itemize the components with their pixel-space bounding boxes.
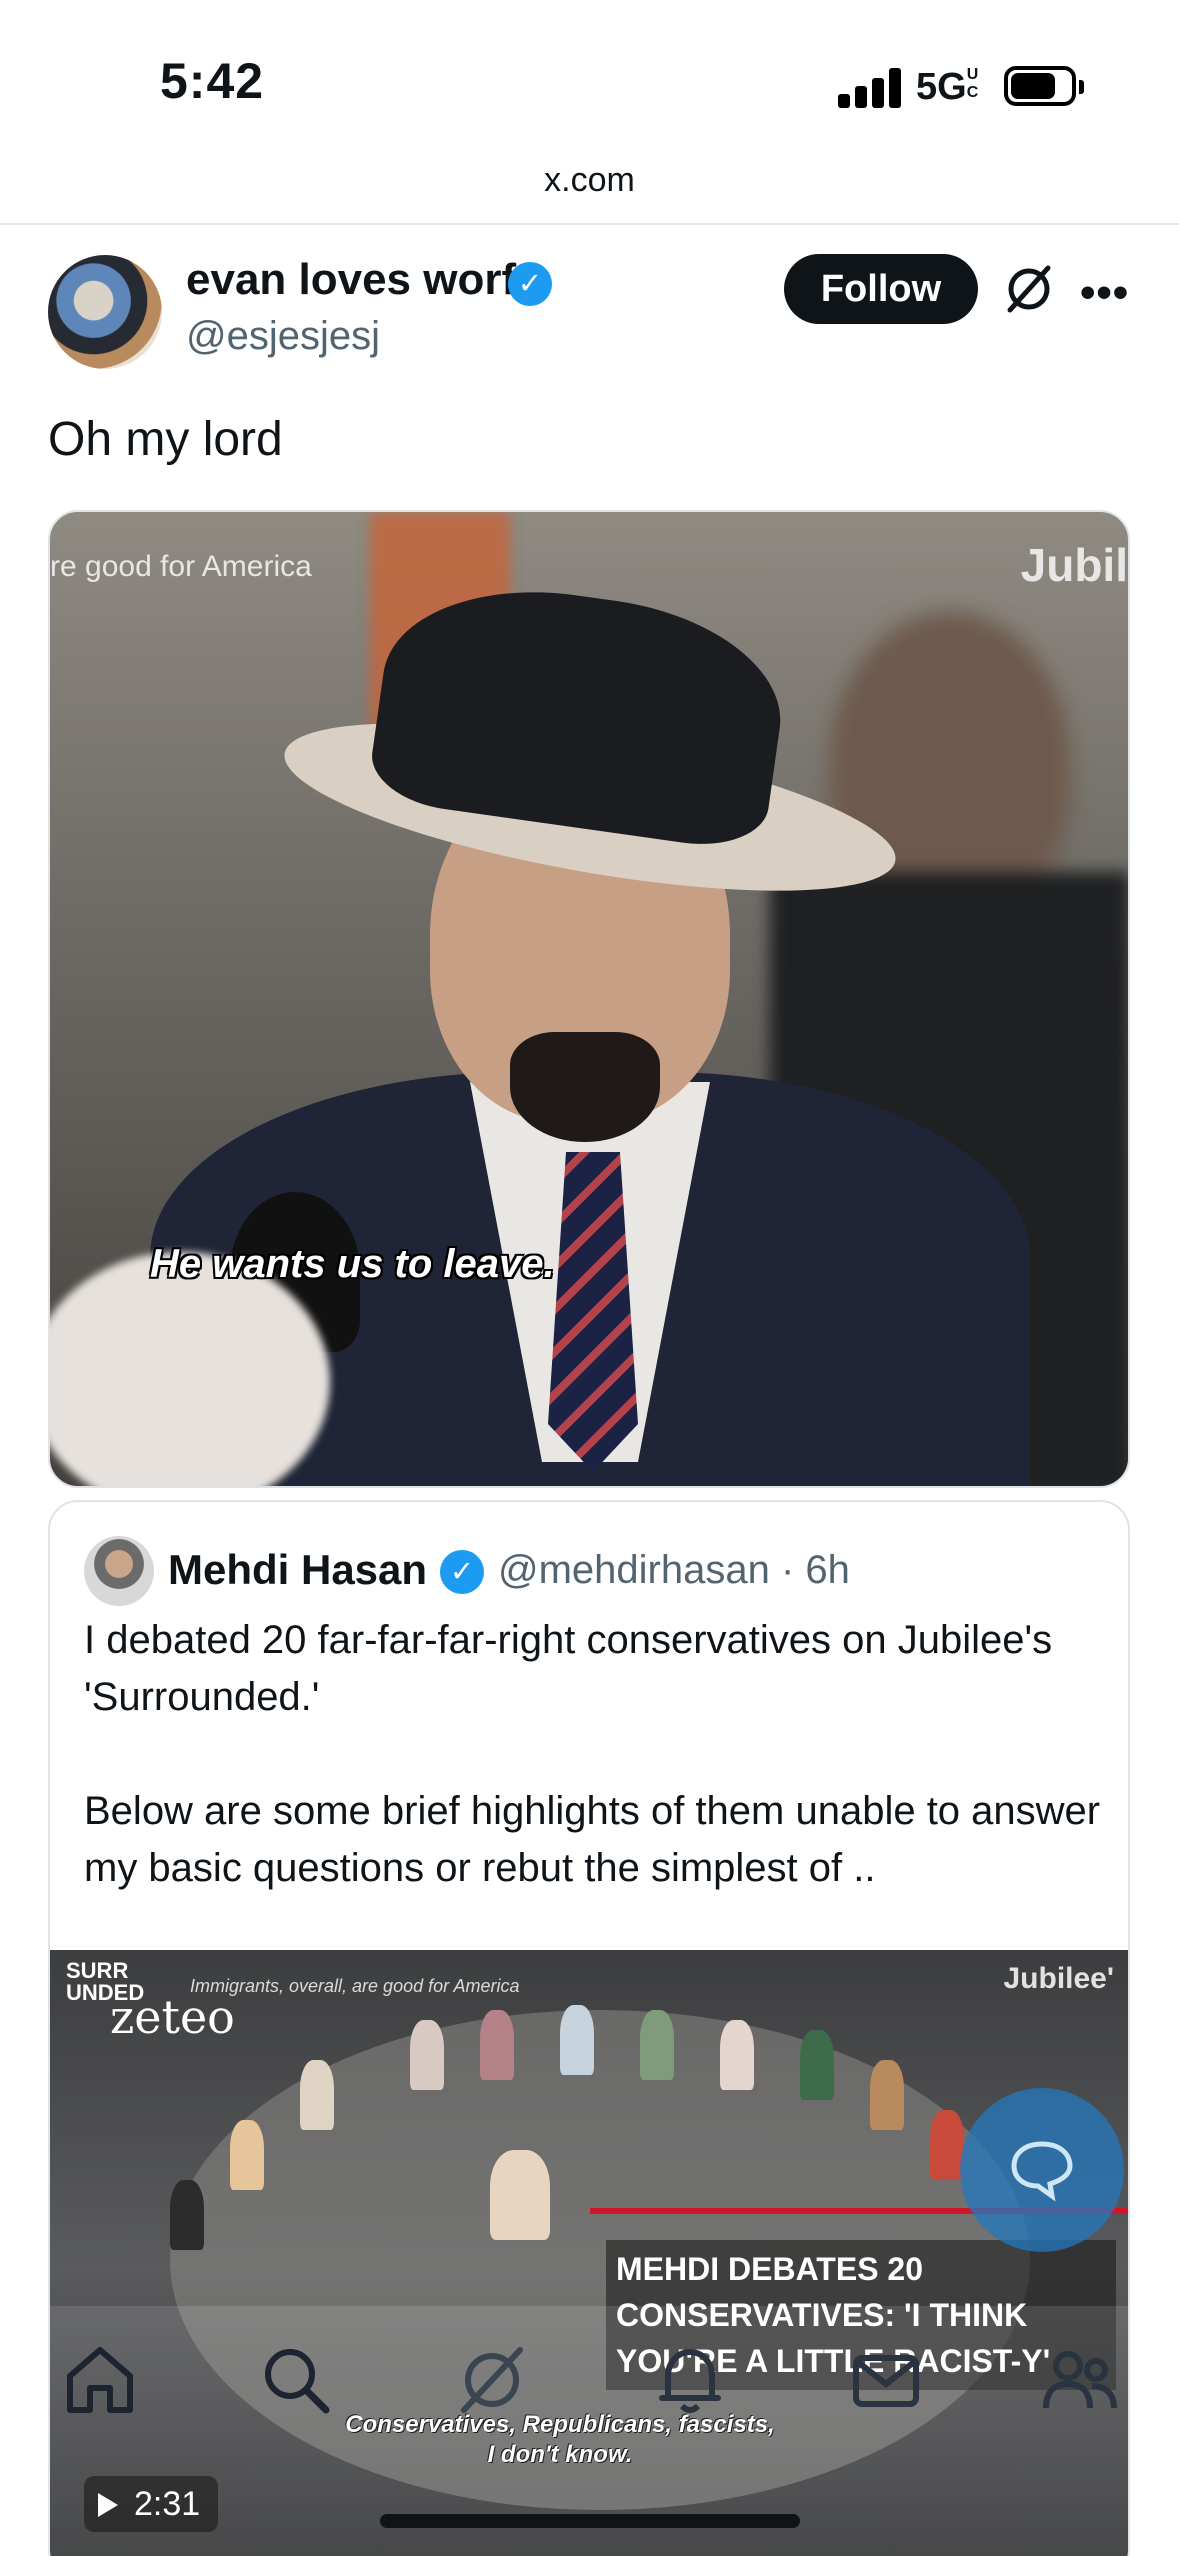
quoted-author-handle[interactable]: @mehdirhasan · 6h — [498, 1548, 850, 1593]
status-bar: 5:42 5GUC — [0, 0, 1179, 150]
more-icon[interactable]: ••• — [1080, 268, 1129, 318]
quoted-author-avatar[interactable] — [84, 1536, 154, 1606]
status-time: 5:42 — [160, 53, 265, 109]
zeteo-logo: zeteo — [110, 1990, 235, 2044]
home-indicator — [380, 2514, 800, 2528]
author-handle[interactable]: @esjesjesj — [186, 314, 380, 359]
video-audience-person — [230, 2120, 264, 2190]
video-audience-person — [930, 2110, 964, 2180]
notifications-icon[interactable] — [650, 2340, 730, 2420]
video-audience-person — [170, 2180, 204, 2250]
video-audience-person — [560, 2005, 594, 2075]
battery-icon — [1004, 66, 1084, 106]
video-audience-person — [300, 2060, 334, 2130]
quoted-tweet-text: I debated 20 far-far-far-right conservat… — [84, 1618, 1101, 1890]
compose-reply-button[interactable] — [960, 2088, 1124, 2252]
video-audience-person — [720, 2020, 754, 2090]
communities-icon[interactable] — [1040, 2340, 1120, 2420]
video-top-text: Immigrants, overall, are good for Americ… — [190, 1976, 520, 1996]
messages-icon[interactable] — [846, 2340, 926, 2420]
video-overlay-text: re good for America — [50, 550, 312, 583]
video-audience-person — [870, 2060, 904, 2130]
verified-badge-icon: ✓ — [508, 262, 552, 306]
video-logo: Jubilee' — [1003, 1962, 1114, 1995]
video-logo: Jubil — [1020, 539, 1128, 591]
author-name[interactable]: evan loves worf — [186, 255, 516, 305]
compose-reply-icon — [1011, 2141, 1073, 2202]
video-audience-person — [640, 2010, 674, 2080]
follow-button[interactable]: Follow — [784, 254, 978, 324]
video-audience-person — [480, 2010, 514, 2080]
video-audience-person — [410, 2020, 444, 2090]
tweet-text: Oh my lord — [48, 413, 283, 466]
video-beard — [510, 1032, 660, 1142]
grok-icon[interactable] — [1002, 262, 1056, 316]
video-caption: He wants us to leave. — [150, 1242, 555, 1286]
cellular-signal-icon — [838, 68, 902, 108]
search-icon[interactable] — [256, 2340, 336, 2420]
author-avatar[interactable] — [48, 255, 162, 369]
quoted-author-name[interactable]: Mehdi Hasan — [168, 1546, 427, 1594]
video-audience-person — [490, 2150, 550, 2240]
home-icon[interactable] — [60, 2340, 140, 2420]
grok-icon[interactable] — [452, 2340, 532, 2420]
tweet-video[interactable]: re good for America Jubil He wants us to… — [48, 510, 1130, 1488]
network-type-sup: UC — [966, 66, 979, 101]
video-audience-person — [800, 2030, 834, 2100]
verified-badge-icon: ✓ — [440, 1550, 484, 1594]
url-bar[interactable]: x.com — [0, 150, 1179, 225]
network-type: 5GUC — [916, 66, 981, 109]
